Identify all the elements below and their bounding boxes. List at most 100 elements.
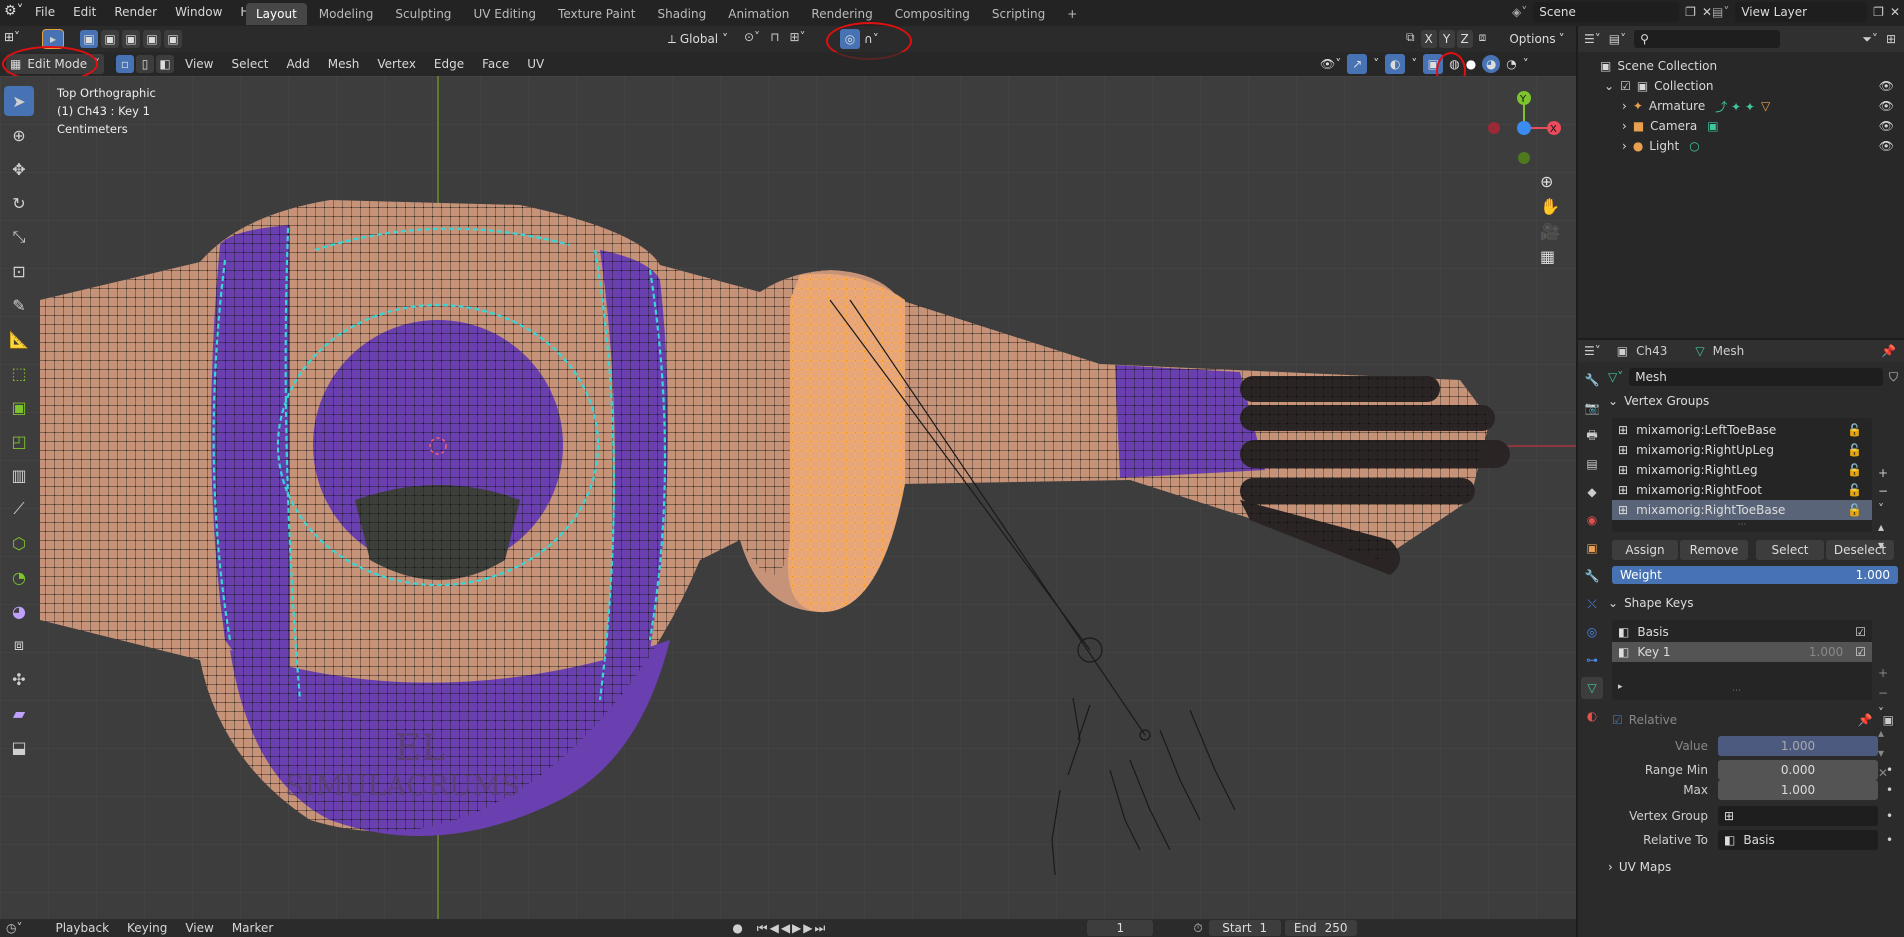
- eye-icon[interactable]: 👁: [1879, 139, 1894, 153]
- menu-edge[interactable]: Edge: [425, 54, 473, 74]
- outliner-item-armature[interactable]: › ✦ Armature ⤴ ✦ ✦ ▽ 👁: [1578, 96, 1904, 116]
- delete-view-layer-icon[interactable]: ✕: [1890, 5, 1900, 19]
- tab-compositing[interactable]: Compositing: [885, 3, 980, 25]
- bevel-tool-icon[interactable]: ◰: [4, 426, 34, 456]
- vertex-group-item[interactable]: ⊞ mixamorig:LeftToeBase 🔓: [1612, 420, 1872, 440]
- copy-view-layer-icon[interactable]: ❐: [1873, 5, 1884, 19]
- menu-file[interactable]: File: [26, 1, 64, 23]
- move-up-icon[interactable]: ▴: [1878, 520, 1888, 534]
- keyframe-dot-icon[interactable]: •: [1886, 809, 1893, 823]
- vertex-group-item[interactable]: ⊞ mixamorig:RightUpLeg 🔓: [1612, 440, 1872, 460]
- gizmo-dropdown-icon[interactable]: ˅: [1373, 57, 1379, 71]
- material-tab-icon[interactable]: ◐: [1581, 705, 1603, 727]
- vertex-group-field[interactable]: ⊞: [1718, 806, 1878, 826]
- transform-orientation-dropdown[interactable]: ⟂ Global ˅: [660, 29, 736, 49]
- loop-cut-tool-icon[interactable]: ▥: [4, 460, 34, 490]
- add-workspace-button[interactable]: +: [1057, 3, 1087, 25]
- rotate-tool-icon[interactable]: ↻: [4, 188, 34, 218]
- vertex-group-item-selected[interactable]: ⊞ mixamorig:RightToeBase 🔓: [1612, 500, 1872, 520]
- menu-marker[interactable]: Marker: [223, 919, 282, 937]
- shape-key-item-selected[interactable]: ◧ Key 1 1.000 ☑: [1612, 642, 1872, 662]
- menu-view[interactable]: View: [176, 54, 222, 74]
- data-tab-icon[interactable]: ▽: [1581, 677, 1603, 699]
- move-tool-icon[interactable]: ✥: [4, 154, 34, 184]
- gizmo-toggle-icon[interactable]: ↗: [1347, 54, 1368, 74]
- physics-tab-icon[interactable]: ◎: [1581, 621, 1603, 643]
- list-resize-handle[interactable]: ⋯: [1732, 686, 1741, 696]
- new-collection-icon[interactable]: ⊞: [1886, 32, 1896, 46]
- visibility-icon[interactable]: 👁˅: [1320, 57, 1341, 71]
- shape-key-value[interactable]: 1.000: [1809, 645, 1843, 659]
- annotate-tool-icon[interactable]: ✎: [4, 290, 34, 320]
- value-field[interactable]: 1.000: [1718, 736, 1878, 756]
- vertex-select-icon[interactable]: ▫: [116, 55, 134, 73]
- spin-tool-icon[interactable]: ◔: [4, 562, 34, 592]
- start-frame-field[interactable]: Start 1: [1208, 920, 1281, 936]
- uv-maps-panel-header[interactable]: › UV Maps: [1608, 854, 1898, 880]
- outliner-scene-collection[interactable]: ▣ Scene Collection: [1578, 56, 1904, 76]
- outliner-editor-icon[interactable]: ☰˅: [1584, 32, 1601, 46]
- edge-select-icon[interactable]: ▯: [136, 55, 154, 73]
- select-subtract-icon[interactable]: ▣: [122, 30, 140, 48]
- transform-tool-icon[interactable]: ⊡: [4, 256, 34, 286]
- delete-scene-icon[interactable]: ✕: [1702, 5, 1712, 19]
- move-down-icon[interactable]: ▾: [1878, 538, 1888, 552]
- checkbox-icon[interactable]: ☑: [1855, 645, 1866, 659]
- relative-checkbox[interactable]: ☑: [1612, 713, 1623, 727]
- menu-window[interactable]: Window: [166, 1, 231, 23]
- vertex-group-specials-icon[interactable]: ˅: [1878, 502, 1888, 516]
- overlay-toggle-icon[interactable]: ◐: [1385, 54, 1406, 74]
- range-min-field[interactable]: 0.000: [1718, 760, 1878, 780]
- mirror-z-toggle[interactable]: Z: [1456, 30, 1473, 48]
- view-layer-name-field[interactable]: View Layer: [1735, 2, 1868, 22]
- poly-build-tool-icon[interactable]: ⬡: [4, 528, 34, 558]
- options-dropdown[interactable]: Options ˅: [1506, 29, 1568, 49]
- menu-vertex[interactable]: Vertex: [368, 54, 425, 74]
- knife-tool-icon[interactable]: ⟋: [4, 494, 34, 524]
- camera-view-icon[interactable]: 🎥: [1540, 222, 1560, 241]
- weight-slider[interactable]: Weight 1.000: [1612, 566, 1898, 584]
- chevron-right-icon[interactable]: ›: [1622, 99, 1627, 113]
- editor-type-icon[interactable]: ⊞˅: [4, 30, 20, 44]
- assign-button[interactable]: Assign: [1612, 540, 1678, 560]
- fake-user-icon[interactable]: ⛉: [1889, 370, 1898, 385]
- inset-tool-icon[interactable]: ▣: [4, 392, 34, 422]
- menu-face[interactable]: Face: [473, 54, 518, 74]
- timeline-editor-icon[interactable]: ◷˅: [6, 921, 22, 935]
- remove-vertex-group-icon[interactable]: −: [1878, 484, 1888, 498]
- shape-key-specials-icon[interactable]: ˅: [1878, 706, 1888, 720]
- move-up-icon[interactable]: ▴: [1878, 726, 1888, 740]
- menu-add[interactable]: Add: [278, 54, 319, 74]
- tab-animation[interactable]: Animation: [718, 3, 799, 25]
- mirror-butterfly-icon[interactable]: ⧉: [1406, 30, 1415, 48]
- copy-scene-icon[interactable]: ❐: [1685, 5, 1696, 19]
- measure-tool-icon[interactable]: 📐: [4, 324, 34, 354]
- outliner-collection[interactable]: ⌄ ☑ ▣ Collection 👁: [1578, 76, 1904, 96]
- scale-tool-icon[interactable]: ⤡: [4, 222, 34, 252]
- properties-editor-icon[interactable]: ☰˅: [1584, 344, 1601, 358]
- solid-shading-icon[interactable]: ●: [1466, 57, 1476, 71]
- ortho-grid-icon[interactable]: ▦: [1540, 247, 1560, 266]
- view-layer-tab-icon[interactable]: ▤: [1581, 453, 1603, 475]
- chevron-down-icon[interactable]: ⌄: [1604, 79, 1614, 93]
- select-tool-icon[interactable]: ➤: [4, 86, 34, 116]
- select-extend-icon[interactable]: ▣: [101, 30, 119, 48]
- move-down-icon[interactable]: ▾: [1878, 746, 1888, 760]
- scene-selector[interactable]: ◈˅ Scene ❐ ✕: [1512, 2, 1712, 22]
- add-vertex-group-icon[interactable]: +: [1878, 466, 1888, 480]
- rip-tool-icon[interactable]: ⬓: [4, 732, 34, 762]
- zoom-icon[interactable]: ⊕: [1540, 172, 1560, 191]
- rendered-shading-icon[interactable]: ◔: [1506, 57, 1516, 71]
- record-icon[interactable]: ●: [732, 921, 742, 935]
- tab-modeling[interactable]: Modeling: [309, 3, 384, 25]
- chevron-right-icon[interactable]: ›: [1622, 119, 1627, 133]
- menu-playback[interactable]: Playback: [46, 919, 118, 937]
- eye-icon[interactable]: 👁: [1879, 79, 1894, 93]
- overlay-dropdown-icon[interactable]: ˅: [1411, 57, 1417, 71]
- extrude-tool-icon[interactable]: ⬚: [4, 358, 34, 388]
- lock-icon[interactable]: 🔓: [1847, 483, 1862, 497]
- output-tab-icon[interactable]: 🖶: [1581, 425, 1603, 447]
- shape-keys-panel-header[interactable]: ⌄ Shape Keys: [1608, 590, 1898, 616]
- pin-icon[interactable]: 📌: [1881, 344, 1896, 358]
- edge-slide-tool-icon[interactable]: ⧈: [4, 630, 34, 660]
